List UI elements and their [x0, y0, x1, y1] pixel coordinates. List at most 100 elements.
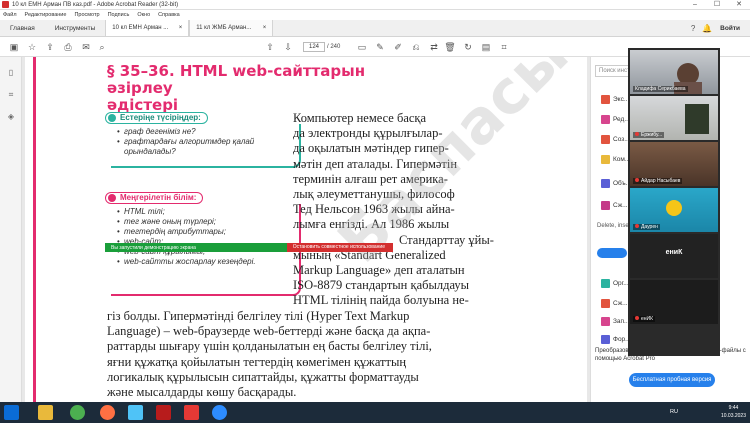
tab-close-icon[interactable]: ×	[179, 20, 183, 36]
delete-icon[interactable]: 🗑	[444, 41, 456, 53]
tools-blue-pill[interactable]	[597, 248, 627, 258]
zoom-search-icon[interactable]: ⌕	[96, 41, 108, 53]
upload-icon[interactable]: ⇪	[44, 41, 56, 53]
participant-tile[interactable]: енИК	[630, 280, 718, 324]
attachment-icon[interactable]: ⌗	[5, 89, 17, 101]
learn-item: тег және оның түрлері;	[117, 217, 293, 227]
rotate-icon[interactable]: ↻	[462, 41, 474, 53]
learn-label: Меңгерілетін білім:	[105, 192, 204, 204]
page-up-icon[interactable]: ⇧	[264, 41, 276, 53]
firefox-icon[interactable]	[100, 405, 115, 420]
help-icon[interactable]: ?	[686, 20, 700, 36]
organize-icon	[601, 279, 610, 288]
comment-icon[interactable]: ▭	[356, 41, 368, 53]
learn-item: HTML тілі;	[117, 207, 293, 217]
paragraph-line: раттарды шығару үшін қолданылатын ең бас…	[107, 339, 432, 354]
page-thumbnails-icon[interactable]: ▯	[5, 67, 17, 79]
input-language-indicator[interactable]: RU	[670, 409, 678, 415]
tab-document-2-label: 11 кл ЖМБ Арман...	[196, 25, 252, 31]
system-clock[interactable]: 9:44 10.03.2023	[721, 404, 746, 420]
screen-share-bar: Вы запустили демонстрацию экрана Останов…	[105, 243, 393, 252]
tool-organize[interactable]: Орг...	[601, 279, 629, 288]
tool-export-pdf[interactable]: Экс...	[601, 95, 629, 104]
tool-comment[interactable]: Ком...	[601, 155, 630, 164]
participant-name: енИК	[633, 316, 656, 322]
login-button[interactable]: Войти	[714, 20, 750, 36]
participant-tile[interactable]: Даурен	[630, 188, 718, 232]
participant-tile[interactable]: ениК	[630, 234, 718, 278]
tab-close-icon[interactable]: ×	[263, 20, 267, 36]
acrobat-taskbar-icon[interactable]	[156, 405, 171, 420]
chrome-icon[interactable]	[70, 405, 85, 420]
document-viewport[interactable]: § 35–36. HTML web-сайттарын әзірлеу әдіс…	[22, 57, 590, 402]
tool-edit-pdf[interactable]: Ред...	[601, 115, 630, 124]
participant-tile[interactable]: Ержибу...	[630, 96, 718, 140]
more-tools-icon[interactable]: ▤	[480, 41, 492, 53]
tool-label: Зап...	[613, 318, 630, 326]
create-pdf-tool-icon	[601, 135, 610, 144]
attach-icon[interactable]: ⌗	[498, 41, 510, 53]
media-player-icon[interactable]	[128, 405, 143, 420]
title-bar: 10 кл ЕМН Арман ПВ каз.pdf - Adobe Acrob…	[0, 0, 750, 10]
bell-icon[interactable]: 🔔	[700, 20, 714, 36]
highlight-icon[interactable]: ✐	[392, 41, 404, 53]
tool-forms[interactable]: Фор...	[601, 335, 631, 344]
layers-icon[interactable]: ◈	[5, 111, 17, 123]
pdf-reader-taskbar-icon[interactable]	[184, 405, 199, 420]
clock-date: 10.03.2023	[720, 413, 746, 419]
participant-initials: ениК	[665, 249, 683, 256]
print-icon[interactable]: ⎙	[62, 41, 74, 53]
recall-box: граф дегеніміз не? графтардағы алгоритмд…	[111, 124, 301, 168]
stamp-icon[interactable]: ⎌	[410, 41, 422, 53]
tool-combine[interactable]: Объ...	[601, 179, 631, 188]
tab-document-2[interactable]: 11 кл ЖМБ Арман... ×	[189, 20, 274, 36]
mic-muted-icon	[635, 132, 639, 136]
comment-tool-icon	[601, 155, 610, 164]
zoom-taskbar-icon[interactable]	[212, 405, 227, 420]
tab-document-1[interactable]: 10 кл ЕМН Арман ... ×	[105, 20, 190, 36]
tab-spacer	[273, 20, 686, 36]
share-icon[interactable]: ⇄	[428, 41, 440, 53]
tab-home[interactable]: Главная	[0, 20, 45, 36]
bookmark-star-icon[interactable]: ☆	[26, 41, 38, 53]
free-trial-button[interactable]: Бесплатная пробная версия	[629, 373, 715, 387]
menu-edit[interactable]: Редактирование	[25, 12, 67, 18]
menu-help[interactable]: Справка	[158, 12, 180, 18]
menu-file[interactable]: Файл	[3, 12, 17, 18]
tool-create-pdf[interactable]: Соз...	[601, 135, 630, 144]
pen-icon[interactable]: ✎	[374, 41, 386, 53]
mail-icon[interactable]: ✉	[80, 41, 92, 53]
edit-pdf-icon	[601, 115, 610, 124]
participant-name: Ержибу...	[633, 132, 665, 138]
minimize-button[interactable]: –	[684, 0, 706, 10]
participant-tile[interactable]: Кладифа Серикбаева	[630, 50, 718, 94]
learn-item: тегтердің атрибуттары;	[117, 227, 293, 237]
pdf-page: § 35–36. HTML web-сайттарын әзірлеу әдіс…	[25, 57, 587, 402]
protect-icon	[601, 317, 610, 326]
menu-window[interactable]: Окно	[137, 12, 150, 18]
file-explorer-icon[interactable]	[38, 405, 53, 420]
tool-protect[interactable]: Зап...	[601, 317, 629, 326]
participant-name-text: Даурен	[641, 224, 658, 230]
paragraph-line: логикалық құрылысын сипаттайды, құжатты …	[107, 369, 419, 384]
participant-name: Даурен	[633, 224, 660, 230]
tool-compress[interactable]: Сж...	[601, 201, 628, 210]
close-window-button[interactable]: ✕	[728, 0, 750, 10]
maximize-button[interactable]: ☐	[706, 0, 728, 10]
participant-name-text: Айдар Насыбаев	[641, 178, 681, 184]
page-number-input[interactable]: 124	[303, 42, 325, 52]
tab-tools[interactable]: Инструменты	[45, 20, 106, 36]
stop-sharing-button[interactable]: Остановить совместное использование	[286, 243, 393, 252]
left-navigation-rail: ▯ ⌗ ◈	[0, 57, 22, 402]
tab-document-1-label: 10 кл ЕМН Арман ...	[112, 25, 169, 31]
menu-sign[interactable]: Подпись	[108, 12, 130, 18]
menu-view[interactable]: Просмотр	[74, 12, 99, 18]
tool-label: Орг...	[613, 280, 629, 288]
video-call-panel: Кладифа Серикбаева Ержибу... Айдар Насыб…	[628, 48, 720, 356]
participant-name-text: енИК	[641, 316, 654, 322]
create-pdf-icon[interactable]: ▣	[8, 41, 20, 53]
tool-compress-2[interactable]: Сж...	[601, 299, 628, 308]
page-down-icon[interactable]: ⇩	[282, 41, 294, 53]
participant-tile[interactable]: Айдар Насыбаев	[630, 142, 718, 186]
start-windows-icon[interactable]	[4, 405, 19, 420]
